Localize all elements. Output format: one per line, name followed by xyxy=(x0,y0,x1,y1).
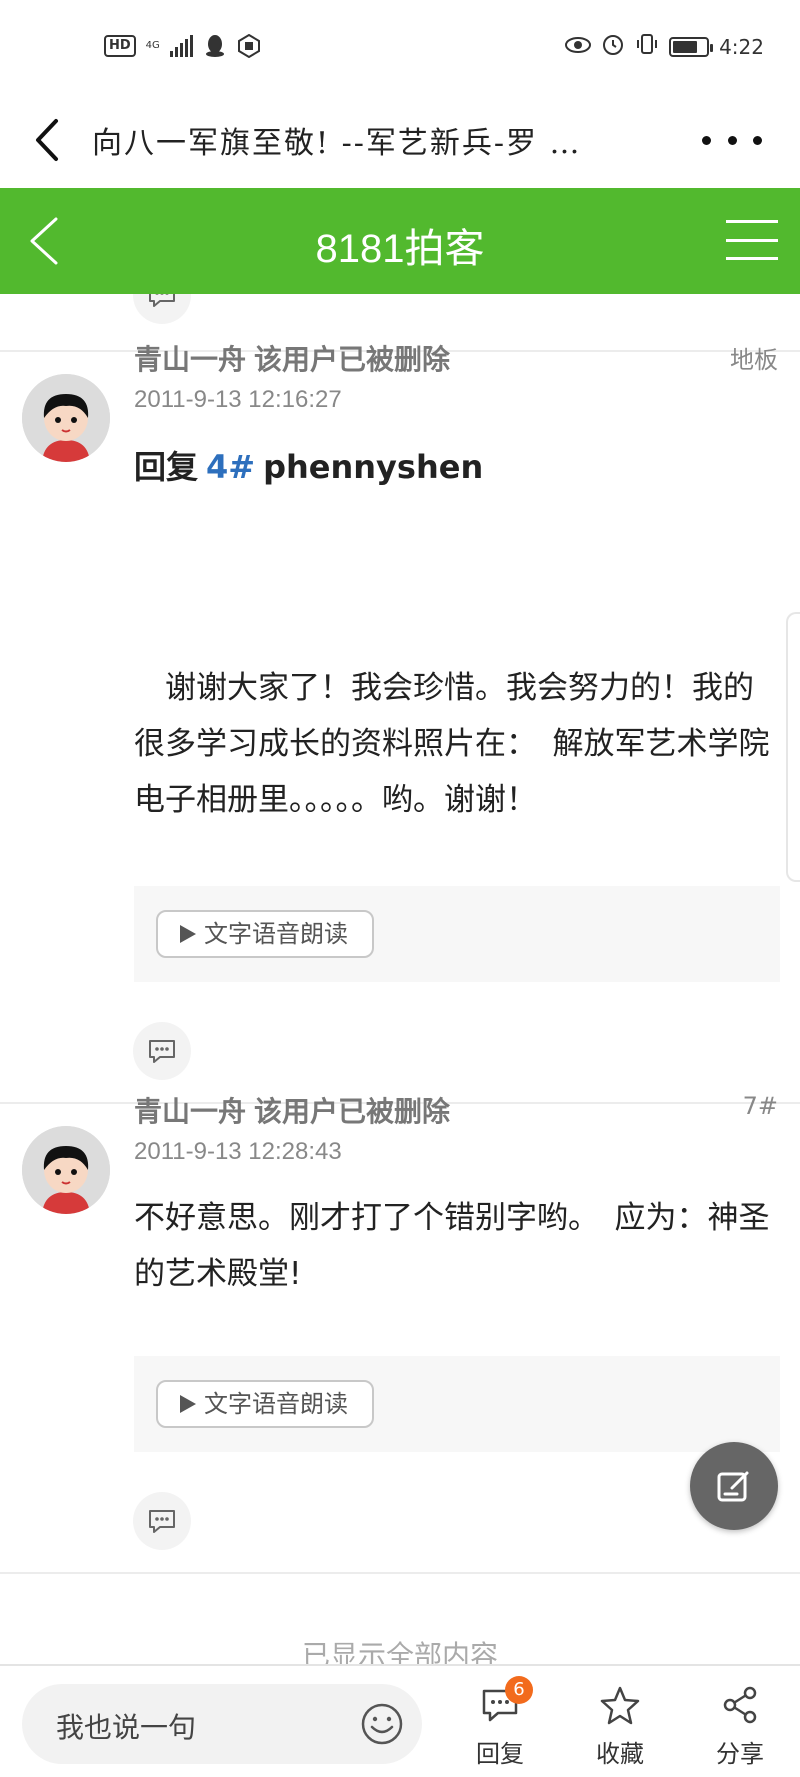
comment-icon[interactable] xyxy=(133,1492,191,1550)
favorite-tab[interactable]: 收藏 xyxy=(580,1680,660,1772)
floor-label: 地板 xyxy=(730,346,778,374)
post-body: 不好意思。刚才打了个错别字哟。 应为：神圣的艺术殿堂! xyxy=(134,1200,770,1292)
user-status: 该用户已被删除 xyxy=(254,1095,451,1128)
header-title: 8181拍客 xyxy=(315,227,485,271)
user-status: 该用户已被删除 xyxy=(254,343,451,376)
status-bar: HD 4G 4:22 xyxy=(0,0,800,92)
tts-button[interactable]: 文字语音朗读 xyxy=(156,1380,374,1428)
clock-time: 4:22 xyxy=(719,34,764,59)
post-time: 2011-9-13 12:16:27 xyxy=(134,386,342,413)
post-list[interactable]: 青山一舟 该用户已被删除 地板 2011-9-13 12:16:27 回复 4# ph… xyxy=(0,294,800,1664)
alarm-icon xyxy=(601,32,625,61)
comment-input[interactable]: 我也说一句 xyxy=(22,1684,422,1764)
reply-label: 回复 xyxy=(476,1740,524,1768)
app-header: 8181拍客 xyxy=(0,188,800,294)
user-line: 青山一舟 该用户已被删除 xyxy=(134,338,450,378)
comment-icon[interactable] xyxy=(133,1022,191,1080)
edit-icon xyxy=(717,1471,749,1502)
tts-label: 文字语音朗读 xyxy=(204,920,348,948)
side-scroll-handle[interactable] xyxy=(786,612,800,882)
avatar[interactable] xyxy=(22,1126,110,1214)
battery-icon xyxy=(669,36,714,57)
divider xyxy=(0,1572,800,1574)
eye-icon xyxy=(565,35,592,59)
reply-tab[interactable]: 6 回复 xyxy=(460,1676,540,1772)
compose-button[interactable] xyxy=(690,1442,778,1530)
floor-label: 7# xyxy=(742,1092,778,1120)
app-notification-icon xyxy=(237,34,261,58)
bottom-bar: 我也说一句 6 回复 收藏 分享 xyxy=(0,1664,800,1777)
comment-input-placeholder: 我也说一句 xyxy=(56,1711,197,1744)
more-button[interactable] xyxy=(702,122,762,158)
play-icon xyxy=(180,1395,196,1413)
avatar[interactable] xyxy=(22,374,110,462)
post-time: 2011-9-13 12:28:43 xyxy=(134,1138,342,1165)
network-type: 4G xyxy=(145,40,160,51)
reply-header: 回复 4# phennyshen xyxy=(134,442,483,488)
tts-panel: 文字语音朗读 xyxy=(134,1356,780,1452)
signal-icon xyxy=(169,35,193,57)
emoji-icon[interactable] xyxy=(360,1702,404,1746)
browser-back-button[interactable] xyxy=(22,112,72,168)
reply-floor-link[interactable]: 4# xyxy=(206,448,255,486)
share-icon xyxy=(723,1686,757,1724)
user-line: 青山一舟 该用户已被删除 xyxy=(134,1090,450,1130)
username[interactable]: 青山一舟 xyxy=(134,343,246,376)
more-icon xyxy=(702,135,711,145)
tts-button[interactable]: 文字语音朗读 xyxy=(156,910,374,958)
status-left: HD 4G xyxy=(104,34,261,58)
share-tab[interactable]: 分享 xyxy=(700,1680,780,1772)
status-right: 4:22 xyxy=(565,32,764,61)
qq-icon xyxy=(203,34,227,58)
tts-label: 文字语音朗读 xyxy=(204,1390,348,1418)
back-icon xyxy=(36,119,58,161)
vibrate-icon xyxy=(635,32,659,61)
end-of-list-text: 已显示全部内容 xyxy=(301,1639,498,1664)
page-title: 向八一军旗至敬! --军艺新兵-罗 … xyxy=(92,126,582,161)
star-icon xyxy=(600,1686,640,1725)
post-body: 谢谢大家了！我会珍惜。我会努力的！我的很多学习成长的资料照片在： 解放军艺术学院… xyxy=(134,670,770,818)
menu-icon xyxy=(726,220,778,223)
tts-panel: 文字语音朗读 xyxy=(134,886,780,982)
hd-indicator: HD xyxy=(104,35,136,57)
share-label: 分享 xyxy=(716,1740,764,1768)
play-icon xyxy=(180,925,196,943)
username[interactable]: 青山一舟 xyxy=(134,1095,246,1128)
reply-user: phennyshen xyxy=(263,448,484,486)
favorite-label: 收藏 xyxy=(596,1740,644,1768)
comment-icon[interactable] xyxy=(133,294,191,324)
menu-button[interactable] xyxy=(726,214,778,266)
reply-prefix: 回复 xyxy=(134,448,199,486)
reply-count-badge: 6 xyxy=(505,1676,533,1704)
browser-title-bar: 向八一军旗至敬! --军艺新兵-罗 … xyxy=(0,92,800,188)
